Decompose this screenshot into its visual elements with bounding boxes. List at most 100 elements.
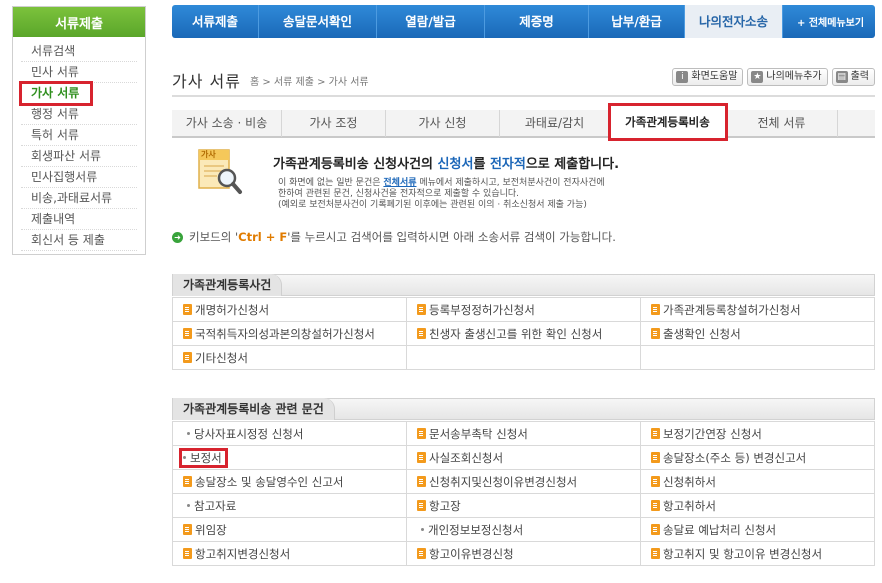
- intro-title-text: 으로 제출합니다.: [525, 157, 620, 172]
- document-link[interactable]: 송달장소(주소 등) 변경신고서: [640, 445, 875, 470]
- document-label: 신청취지및신청이유변경신청서: [429, 474, 578, 489]
- section-title: 가족관계등록사건: [173, 274, 283, 296]
- document-link[interactable]: 신청취지및신청이유변경신청서: [406, 469, 641, 494]
- hint-text: '를 누르시고 검색어를 입력하시면 아래 소송서류 검색이 가능합니다.: [287, 230, 616, 244]
- document-link-correction[interactable]: 보정서: [172, 445, 407, 470]
- sidebar-item-history[interactable]: 제출내역: [21, 209, 137, 230]
- nav-view-issue[interactable]: 열람/발급: [377, 5, 485, 38]
- document-icon: [651, 547, 660, 559]
- document-icon: [651, 327, 660, 339]
- document-icon: [417, 547, 426, 559]
- nav-served-documents[interactable]: 송달문서확인: [259, 5, 377, 38]
- empty-cell: [640, 345, 875, 370]
- sidebar-item-civil[interactable]: 민사 서류: [21, 62, 137, 83]
- nav-certificates[interactable]: 제증명: [485, 5, 589, 38]
- document-link[interactable]: 개인정보보정신청서: [406, 517, 641, 542]
- document-link[interactable]: 등록부정정허가신청서: [406, 297, 641, 322]
- tab-all-documents[interactable]: 전체 서류: [726, 110, 838, 137]
- desc-text: (예외로 보전처분사건이 기록폐기된 이후에는 관련된 이의 · 취소신청서 제…: [278, 200, 587, 210]
- hint-shortcut: Ctrl + F: [238, 230, 288, 244]
- document-label: 기타신청서: [195, 350, 248, 365]
- document-label: 송달장소 및 송달영수인 신고서: [195, 474, 344, 489]
- document-icon: [417, 303, 426, 315]
- bullet-icon: [421, 527, 424, 531]
- tab-family-application[interactable]: 가사 신청: [386, 110, 500, 137]
- document-icon: [651, 499, 660, 511]
- document-link[interactable]: 항고취지변경신청서: [172, 541, 407, 566]
- tab-family-mediation[interactable]: 가사 조정: [282, 110, 386, 137]
- document-link[interactable]: 항고장: [406, 493, 641, 518]
- info-icon: ➜: [172, 231, 183, 243]
- tab-family-litigation[interactable]: 가사 소송 · 비송: [172, 110, 282, 137]
- page-title: 가사 서류: [172, 72, 241, 91]
- document-label: 친생자 출생신고를 위한 확인 신청서: [429, 326, 603, 341]
- document-link[interactable]: 항고이유변경신청: [406, 541, 641, 566]
- section-title: 가족관계등록비송 관련 문건: [173, 398, 335, 420]
- document-link[interactable]: 참고자료: [172, 493, 407, 518]
- intro-title-highlight: 신청서: [437, 157, 474, 172]
- intro-title-text: 를: [473, 157, 490, 172]
- document-label: 송달료 예납처리 신청서: [663, 522, 777, 537]
- document-label: 항고취지변경신청서: [195, 546, 291, 561]
- document-link[interactable]: 기타신청서: [172, 345, 407, 370]
- page-header: 가사 서류 홈 > 서류 제출 > 가사 서류 i 화면도움말 ★ 나의메뉴추가…: [172, 66, 875, 92]
- sidebar-item-noncontentious[interactable]: 비송,과태료서류: [21, 188, 137, 209]
- document-label: 가족관계등록창설허가신청서: [663, 302, 801, 317]
- document-label: 항고장: [429, 498, 461, 513]
- document-icon: [183, 523, 192, 535]
- document-link[interactable]: 항고취하서: [640, 493, 875, 518]
- print-icon: ▤: [835, 71, 848, 83]
- document-label: 등록부정정허가신청서: [429, 302, 535, 317]
- document-label: 신청취하서: [663, 474, 716, 489]
- intro-title-text: 가족관계등록비송 신청사건의: [273, 157, 438, 172]
- sidebar-item-patent[interactable]: 특허 서류: [21, 125, 137, 146]
- breadcrumb: 홈 > 서류 제출 > 가사 서류: [250, 77, 369, 88]
- document-link[interactable]: 보정기간연장 신청서: [640, 421, 875, 446]
- sidebar-item-administrative[interactable]: 행정 서류: [21, 104, 137, 125]
- document-link[interactable]: 당사자표시정정 신청서: [172, 421, 407, 446]
- document-link[interactable]: 송달료 예납처리 신청서: [640, 517, 875, 542]
- document-link[interactable]: 송달장소 및 송달영수인 신고서: [172, 469, 407, 494]
- intro-description: 이 화면에 없는 일반 문건은 전체서류 메뉴에서 제출하시고, 보전처분사건이…: [278, 178, 638, 211]
- document-link[interactable]: 문서송부촉탁 신청서: [406, 421, 641, 446]
- help-button[interactable]: i 화면도움말: [672, 68, 744, 86]
- tab-family-registration[interactable]: 가족관계등록비송: [608, 103, 728, 141]
- sidebar-item-bankruptcy[interactable]: 회생파산 서류: [21, 146, 137, 167]
- sidebar-item-search[interactable]: 서류검색: [21, 41, 137, 62]
- document-icon: [651, 303, 660, 315]
- print-button[interactable]: ▤ 출력: [831, 68, 875, 86]
- add-my-menu-button[interactable]: ★ 나의메뉴추가: [747, 68, 828, 86]
- help-label: 화면도움말: [691, 71, 738, 82]
- sidebar-item-reply[interactable]: 회신서 등 제출: [21, 230, 137, 251]
- bullet-icon: [183, 455, 186, 459]
- all-menu-link[interactable]: + 전체메뉴보기: [783, 14, 864, 29]
- tab-fines-detention[interactable]: 과태료/감치: [500, 110, 610, 137]
- document-link[interactable]: 신청취하서: [640, 469, 875, 494]
- nav-my-e-litigation[interactable]: 나의전자소송: [685, 5, 783, 38]
- document-label: 위임장: [195, 522, 227, 537]
- highlight-box: 보정서: [179, 447, 228, 468]
- document-link[interactable]: 위임장: [172, 517, 407, 542]
- document-link[interactable]: 친생자 출생신고를 위한 확인 신청서: [406, 321, 641, 346]
- section-header-related: 가족관계등록비송 관련 문건: [172, 398, 875, 420]
- nav-submit-documents[interactable]: 서류제출: [172, 5, 259, 38]
- document-link[interactable]: 가족관계등록창설허가신청서: [640, 297, 875, 322]
- empty-cell: [406, 345, 641, 370]
- document-link[interactable]: 사실조회신청서: [406, 445, 641, 470]
- sidebar-item-family[interactable]: 가사 서류: [19, 81, 93, 106]
- document-link[interactable]: 출생확인 신청서: [640, 321, 875, 346]
- document-link[interactable]: 개명허가신청서: [172, 297, 407, 322]
- sidebar-item-civil-execution[interactable]: 민사집행서류: [21, 167, 137, 188]
- print-label: 출력: [850, 71, 869, 82]
- hint-text: 키보드의 ': [189, 230, 239, 244]
- document-label: 문서송부촉탁 신청서: [429, 426, 528, 441]
- document-icon: [417, 499, 426, 511]
- document-label: 당사자표시정정 신청서: [194, 426, 304, 441]
- document-link[interactable]: 항고취지 및 항고이유 변경신청서: [640, 541, 875, 566]
- all-documents-link[interactable]: 전체서류: [383, 178, 416, 188]
- document-label: 사실조회신청서: [429, 450, 504, 465]
- document-link[interactable]: 국적취득자의성과본의창설허가신청서: [172, 321, 407, 346]
- document-icon: [651, 523, 660, 535]
- bullet-icon: [187, 431, 190, 435]
- nav-payment-refund[interactable]: 납부/환급: [589, 5, 685, 38]
